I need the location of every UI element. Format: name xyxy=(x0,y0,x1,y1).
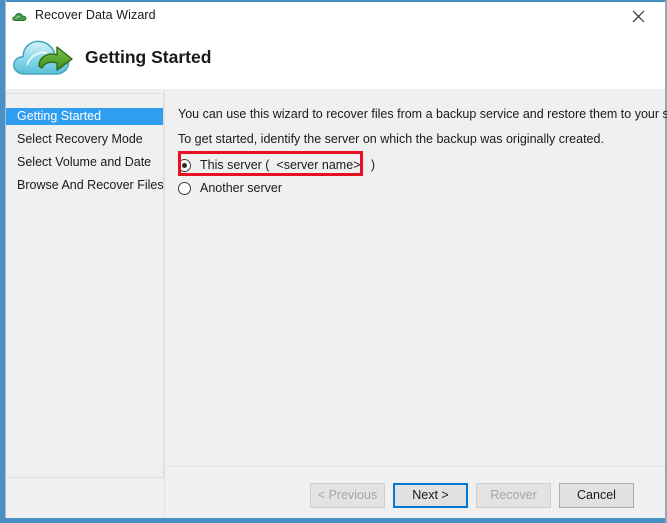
wizard-content-pane: You can use this wizard to recover files… xyxy=(165,89,665,466)
radio-option-another-server[interactable]: Another server xyxy=(178,178,282,198)
cancel-button[interactable]: Cancel xyxy=(559,483,634,508)
sidebar-item-browse-and-recover-files[interactable]: Browse And Recover Files xyxy=(6,177,163,194)
previous-button[interactable]: < Previous xyxy=(310,483,385,508)
next-button[interactable]: Next > xyxy=(393,483,468,508)
window-border-bottom xyxy=(0,518,667,523)
sidebar-item-label: Browse And Recover Files xyxy=(17,178,164,192)
radio-mark-unselected-icon[interactable] xyxy=(178,182,191,195)
close-icon[interactable] xyxy=(617,2,661,30)
intro-text: You can use this wizard to recover files… xyxy=(178,107,667,121)
cloud-restore-icon xyxy=(12,33,74,83)
sidebar-item-label: Select Recovery Mode xyxy=(17,132,143,146)
sidebar-item-select-volume-and-date[interactable]: Select Volume and Date xyxy=(6,154,163,171)
sidebar-item-label: Getting Started xyxy=(17,109,101,123)
sidebar-item-select-recovery-mode[interactable]: Select Recovery Mode xyxy=(6,131,163,148)
recover-data-wizard-window: Recover Data Wizard xyxy=(0,0,667,523)
radio-mark-selected-icon[interactable] xyxy=(178,159,191,172)
sidebar-item-getting-started[interactable]: Getting Started xyxy=(6,108,163,125)
page-title: Getting Started xyxy=(85,47,211,68)
wizard-step-list: Getting Started Select Recovery Mode Sel… xyxy=(6,93,164,478)
wizard-body: Getting Started Select Recovery Mode Sel… xyxy=(6,89,665,518)
title-bar[interactable]: Recover Data Wizard xyxy=(6,2,665,30)
radio-label-this-server: This server ( <server name> ) xyxy=(200,158,375,172)
radio-label-another-server: Another server xyxy=(200,181,282,195)
window-title: Recover Data Wizard xyxy=(35,8,156,22)
wizard-footer: < Previous Next > Recover Cancel xyxy=(165,467,665,518)
radio-option-this-server[interactable]: This server ( <server name> ) xyxy=(178,155,375,175)
sidebar-item-label: Select Volume and Date xyxy=(17,155,151,169)
cloud-icon xyxy=(12,9,29,24)
recover-button[interactable]: Recover xyxy=(476,483,551,508)
wizard-header: Getting Started xyxy=(6,30,665,89)
prompt-text: To get started, identify the server on w… xyxy=(178,132,604,146)
